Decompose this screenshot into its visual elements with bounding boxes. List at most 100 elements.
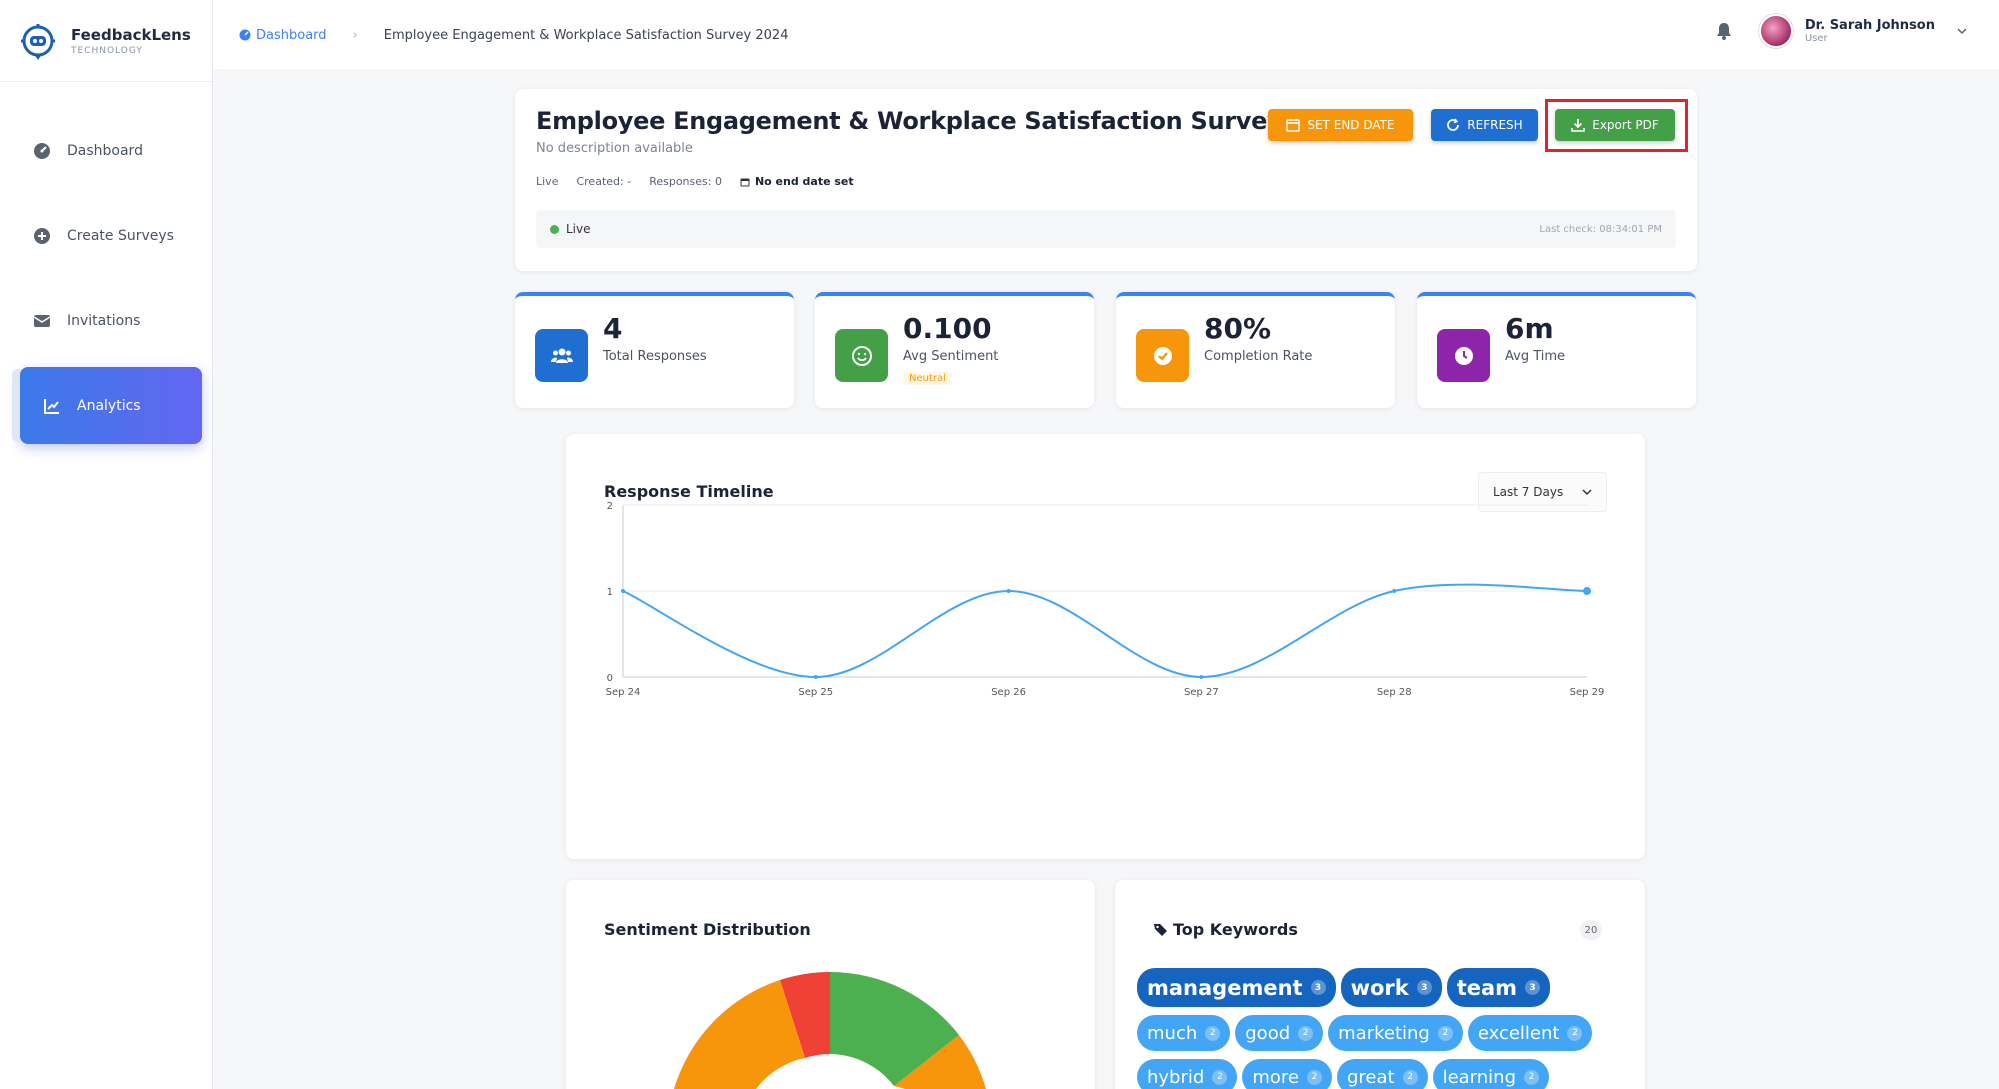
keyword-word: much [1147, 1022, 1198, 1044]
keyword-chip[interactable]: management 3 [1137, 968, 1336, 1007]
keyword-chip[interactable]: marketing 2 [1328, 1015, 1463, 1051]
sidebar-item-create-surveys[interactable]: Create Surveys [10, 197, 202, 274]
refresh-button[interactable]: REFRESH [1431, 109, 1538, 141]
sidebar-item-label: Dashboard [67, 142, 143, 159]
keyword-word: more [1252, 1066, 1299, 1088]
sidebar-item-dashboard[interactable]: Dashboard [10, 112, 202, 189]
keyword-chip[interactable]: much 2 [1137, 1015, 1231, 1051]
stat-label: Completion Rate [1204, 349, 1313, 364]
last-check: Last check: 08:34:01 PM [1539, 223, 1662, 235]
keyword-chip[interactable]: excellent 2 [1467, 1015, 1593, 1051]
check-circle-icon [1153, 346, 1172, 365]
stat-label: Avg Sentiment [903, 349, 999, 364]
stat-value: 80% [1204, 312, 1272, 345]
sidebar-item-label: Create Surveys [67, 227, 174, 244]
brand-sub: TECHNOLOGY [71, 45, 143, 56]
clock-icon [1454, 346, 1473, 365]
envelope-icon [33, 314, 51, 327]
brand-name: FeedbackLens [71, 25, 191, 44]
breadcrumb-separator: › [352, 27, 358, 43]
breadcrumb: Dashboard › Employee Engagement & Workpl… [213, 28, 788, 43]
plus-circle-icon [34, 227, 50, 244]
keyword-chip[interactable]: work 3 [1340, 968, 1442, 1007]
live-label: Live [566, 222, 591, 236]
smile-icon [851, 345, 872, 366]
keywords-title-label: Top Keywords [1173, 920, 1298, 939]
stat-card-avg-sentiment: 0.100 Avg Sentiment Neutral [815, 292, 1094, 408]
data-point [813, 675, 818, 679]
x-tick-label: Sep 29 [1570, 687, 1605, 698]
gauge-icon [239, 29, 251, 41]
tags-icon [1154, 923, 1167, 936]
sentiment-donut [674, 972, 986, 1089]
sidebar-item-invitations[interactable]: Invitations [10, 282, 202, 359]
keyword-chip[interactable]: great 2 [1336, 1059, 1428, 1089]
logo-icon [21, 23, 55, 60]
top-keywords-card: Top Keywords 20 management 3 work 3 team 3 muc… [1115, 880, 1645, 1089]
gauge-icon [34, 142, 50, 159]
keyword-chip[interactable]: hybrid 2 [1137, 1059, 1238, 1089]
stat-label: Total Responses [603, 349, 707, 364]
keyword-word: great [1346, 1066, 1395, 1088]
stat-card-avg-time: 6m Avg Time [1417, 292, 1696, 408]
sentiment-badge: Neutral [903, 372, 952, 385]
keyword-count: 3 [1310, 980, 1326, 995]
user-menu[interactable]: Dr. Sarah Johnson User [1714, 14, 1969, 48]
bell-icon[interactable] [1714, 21, 1734, 41]
brand[interactable]: FeedbackLens TECHNOLOGY [0, 0, 212, 82]
breadcrumb-home[interactable]: Dashboard [239, 28, 327, 43]
sidebar-nav: Dashboard Create Surveys Invitations Ana… [0, 82, 212, 444]
keyword-word: good [1245, 1022, 1291, 1044]
avatar[interactable] [1758, 14, 1793, 48]
survey-header-card: Employee Engagement & Workplace Satisfac… [515, 89, 1697, 271]
stat-icon-box [1437, 329, 1490, 382]
survey-description: No description available [536, 141, 693, 156]
breadcrumb-current: Employee Engagement & Workplace Satisfac… [383, 27, 789, 43]
x-tick-label: Sep 26 [991, 687, 1026, 698]
chevron-down-icon[interactable] [1955, 24, 1969, 38]
keyword-word: team [1456, 975, 1518, 1000]
keyword-chip[interactable]: learning 2 [1432, 1059, 1549, 1089]
data-point [1392, 589, 1397, 593]
keyword-count: 2 [1524, 1069, 1539, 1085]
keyword-count: 2 [1402, 1069, 1418, 1085]
keyword-count: 2 [1306, 1069, 1322, 1085]
keyword-count: 3 [1416, 980, 1432, 995]
set-end-date-label: SET END DATE [1307, 118, 1395, 132]
keyword-cloud: management 3 work 3 team 3 much 2 good 2 marketing… [1137, 968, 1637, 1089]
survey-title: Employee Engagement & Workplace Satisfac… [536, 107, 1357, 135]
data-point [1006, 589, 1011, 593]
keyword-word: marketing [1338, 1022, 1430, 1044]
keyword-chip[interactable]: good 2 [1235, 1015, 1324, 1051]
keyword-chip[interactable]: more 2 [1242, 1059, 1332, 1089]
set-end-date-button[interactable]: SET END DATE [1268, 109, 1413, 141]
stat-label: Avg Time [1505, 349, 1566, 364]
keyword-word: learning [1442, 1066, 1516, 1088]
user-role: User [1804, 33, 1828, 44]
stat-card-total-responses: 4 Total Responses [515, 292, 794, 408]
data-point [621, 589, 625, 593]
stat-value: 0.100 [903, 312, 992, 345]
live-status-bar: Live Last check: 08:34:01 PM [536, 210, 1676, 248]
sidebar-item-analytics[interactable]: Analytics [20, 367, 202, 444]
sentiment-distribution-card: Sentiment Distribution [566, 880, 1095, 1089]
calendar-icon [740, 178, 750, 186]
data-point [1199, 675, 1204, 679]
keyword-count: 2 [1212, 1069, 1228, 1085]
keyword-count: 2 [1567, 1025, 1583, 1041]
survey-responses: Responses: 0 [649, 175, 722, 188]
survey-end-date-label: No end date set [754, 175, 854, 188]
breadcrumb-home-label: Dashboard [256, 27, 327, 43]
sidebar: FeedbackLens TECHNOLOGY Dashboard Create… [0, 0, 213, 1089]
calendar-icon [1286, 119, 1301, 132]
top-header: Dashboard › Employee Engagement & Workpl… [213, 0, 1999, 71]
chart-line-icon [44, 398, 59, 414]
keyword-count: 2 [1437, 1025, 1453, 1041]
keyword-chip[interactable]: team 3 [1446, 968, 1551, 1007]
stat-value: 6m [1505, 312, 1554, 345]
stat-card-completion-rate: 80% Completion Rate [1116, 292, 1395, 408]
sidebar-item-label: Analytics [77, 397, 141, 414]
keywords-count-badge: 20 [1580, 920, 1602, 940]
data-point [1583, 587, 1591, 595]
live-dot [550, 224, 559, 234]
